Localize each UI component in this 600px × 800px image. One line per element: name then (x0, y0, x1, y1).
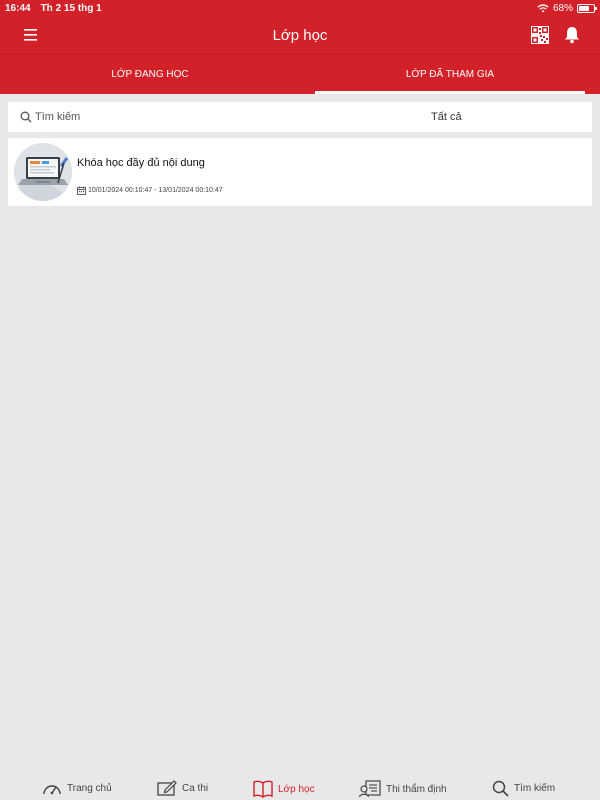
laptop-illustration (14, 143, 72, 201)
tab-joined-classes[interactable]: LỚP ĐÃ THAM GIA (300, 55, 600, 94)
wifi-icon (537, 3, 549, 12)
app-bar: Lớp học (0, 16, 600, 54)
search-input[interactable] (35, 111, 335, 123)
status-time: 16:44 (5, 2, 31, 14)
nav-search[interactable]: Tìm kiếm (492, 780, 555, 797)
status-date: Th 2 15 thg 1 (40, 2, 102, 14)
search-icon (492, 780, 509, 797)
nav-classes[interactable]: Lớp học (253, 780, 315, 798)
menu-icon[interactable] (22, 28, 42, 42)
page-title: Lớp học (272, 26, 328, 44)
nav-label: Ca thi (182, 782, 209, 794)
course-date: 10/01/2024 00:10:47 - 13/01/2024 00:10:4… (77, 186, 223, 195)
search-icon (20, 111, 32, 123)
filter-dropdown[interactable]: Tất cả (431, 111, 462, 123)
status-bar: 16:44 Th 2 15 thg 1 68% (0, 0, 600, 16)
course-thumbnail (14, 143, 72, 201)
nav-label: Thi thẩm định (386, 783, 447, 795)
nav-label: Tìm kiếm (514, 783, 556, 794)
calendar-icon (77, 186, 86, 195)
tab-current-classes[interactable]: LỚP ĐANG HỌC (0, 55, 300, 94)
nav-home[interactable]: Trang chủ (42, 780, 112, 796)
speedometer-icon (43, 785, 61, 795)
certificate-icon (359, 780, 381, 798)
tab-label: LỚP ĐANG HỌC (111, 69, 189, 80)
nav-label: Trang chủ (67, 782, 112, 794)
book-icon (253, 780, 273, 798)
battery-percent: 68% (552, 2, 573, 14)
course-title: Khóa học đầy đủ nội dung (77, 157, 205, 169)
course-item[interactable]: Khóa học đầy đủ nội dung 10/01/2024 00:1… (8, 138, 592, 206)
tab-bar: LỚP ĐANG HỌC LỚP ĐÃ THAM GIA (0, 54, 600, 94)
bottom-nav: Trang chủ Ca thi Lớp học Thi thẩm định T… (0, 754, 600, 800)
qr-code-icon[interactable] (530, 25, 550, 45)
nav-appraisal-exam[interactable]: Thi thẩm định (359, 780, 447, 798)
search-bar: Tất cả (8, 102, 592, 132)
bell-icon[interactable] (562, 25, 582, 45)
edit-icon (157, 780, 177, 796)
nav-exam-session[interactable]: Ca thi (157, 780, 208, 796)
tab-label: LỚP ĐÃ THAM GIA (405, 69, 495, 80)
status-right: 68% (537, 2, 597, 14)
battery-icon (577, 3, 597, 13)
course-date-range: 10/01/2024 00:10:47 - 13/01/2024 00:10:4… (88, 187, 223, 194)
nav-label: Lớp học (278, 783, 315, 795)
